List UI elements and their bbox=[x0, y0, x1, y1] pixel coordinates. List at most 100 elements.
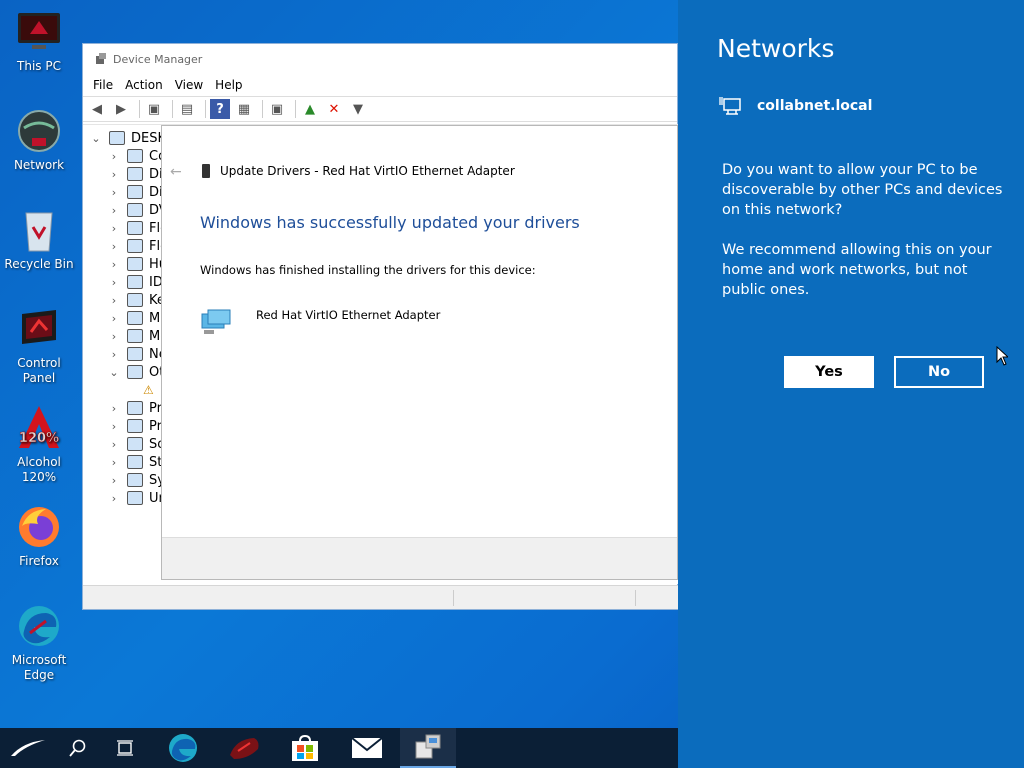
device-category-icon bbox=[127, 455, 143, 469]
desktop-icon-label: Network bbox=[13, 158, 65, 172]
properties-icon[interactable]: ▤ bbox=[177, 99, 197, 119]
desktop-icon-recycle-bin[interactable]: Recycle Bin bbox=[2, 206, 76, 272]
toolbar-separator bbox=[139, 100, 140, 118]
start-button[interactable] bbox=[0, 728, 56, 768]
success-heading: Windows has successfully updated your dr… bbox=[200, 213, 580, 232]
no-button[interactable]: No bbox=[894, 356, 984, 388]
tree-item[interactable]: › DV bbox=[107, 201, 168, 219]
action-pane-icon[interactable]: ▦ bbox=[234, 99, 254, 119]
taskbar-edge[interactable] bbox=[160, 728, 206, 768]
menu-view[interactable]: View bbox=[169, 78, 209, 92]
tree-item[interactable]: › Pri bbox=[107, 399, 166, 417]
desktop-icon-control-panel[interactable]: Control Panel bbox=[2, 305, 76, 386]
device-category-icon bbox=[127, 167, 143, 181]
toolbar-separator bbox=[262, 100, 263, 118]
chevron-right-icon[interactable]: › bbox=[107, 150, 121, 163]
update-driver-icon[interactable]: ▲ bbox=[300, 99, 320, 119]
search-button[interactable] bbox=[58, 728, 98, 768]
start-icon bbox=[11, 740, 45, 756]
device-category-icon bbox=[127, 419, 143, 433]
chevron-right-icon[interactable]: › bbox=[107, 312, 121, 325]
chevron-right-icon[interactable]: › bbox=[107, 186, 121, 199]
network-adapter-icon bbox=[202, 164, 210, 178]
device-category-icon bbox=[127, 185, 143, 199]
forward-arrow-icon[interactable]: ▶ bbox=[111, 99, 131, 119]
menu-bar: File Action View Help bbox=[83, 74, 677, 96]
menu-action[interactable]: Action bbox=[119, 78, 169, 92]
chevron-right-icon[interactable]: › bbox=[107, 438, 121, 451]
task-view-button[interactable] bbox=[104, 728, 146, 768]
device-category-icon bbox=[127, 239, 143, 253]
firefox-icon bbox=[15, 503, 63, 551]
chevron-down-icon[interactable]: ⌄ bbox=[89, 132, 103, 145]
dialog-footer bbox=[162, 537, 677, 579]
chevron-right-icon[interactable]: › bbox=[107, 348, 121, 361]
chevron-right-icon[interactable]: › bbox=[107, 168, 121, 181]
warning-icon: ⚠ bbox=[143, 383, 154, 397]
status-separator bbox=[635, 590, 636, 606]
store-icon bbox=[292, 734, 318, 761]
tree-item[interactable]: › Mo bbox=[107, 327, 168, 345]
tree-item[interactable]: › So bbox=[107, 435, 165, 453]
tree-item[interactable]: › Hu bbox=[107, 255, 167, 273]
update-drivers-dialog[interactable]: ← Update Drivers - Red Hat VirtIO Ethern… bbox=[161, 125, 678, 580]
network-name: collabnet.local bbox=[757, 98, 873, 114]
taskbar-rog[interactable] bbox=[222, 728, 268, 768]
back-arrow-icon[interactable]: ← bbox=[170, 164, 182, 180]
yes-button[interactable]: Yes bbox=[784, 356, 874, 388]
scan-hardware-icon[interactable]: ▣ bbox=[267, 99, 287, 119]
chevron-down-icon[interactable]: ⌄ bbox=[107, 366, 121, 379]
dialog-title: Update Drivers - Red Hat VirtIO Ethernet… bbox=[202, 164, 515, 178]
tree-item-warning[interactable]: ⚠ bbox=[143, 381, 154, 399]
tree-item[interactable]: › Co bbox=[107, 147, 166, 165]
chevron-right-icon[interactable]: › bbox=[107, 258, 121, 271]
desktop-icon-alcohol[interactable]: 120% Alcohol 120% bbox=[2, 404, 76, 485]
alcohol-120-icon: 120% bbox=[15, 404, 63, 452]
chevron-right-icon[interactable]: › bbox=[107, 276, 121, 289]
success-message: Windows has finished installing the driv… bbox=[200, 263, 536, 277]
desktop-icon-label: Alcohol 120% bbox=[17, 455, 61, 484]
chevron-right-icon[interactable]: › bbox=[107, 474, 121, 487]
menu-help[interactable]: Help bbox=[209, 78, 248, 92]
desktop-icon-firefox[interactable]: Firefox bbox=[2, 503, 76, 569]
network-adapter-icon bbox=[201, 309, 231, 334]
desktop-icon-label: Recycle Bin bbox=[4, 257, 74, 271]
help-icon[interactable]: ? bbox=[210, 99, 230, 119]
desktop-icon-network[interactable]: Network bbox=[2, 107, 76, 173]
back-arrow-icon[interactable]: ◀ bbox=[87, 99, 107, 119]
device-category-icon bbox=[127, 491, 143, 505]
show-hide-tree-icon[interactable]: ▣ bbox=[144, 99, 164, 119]
chevron-right-icon[interactable]: › bbox=[107, 330, 121, 343]
chevron-right-icon[interactable]: › bbox=[107, 204, 121, 217]
device-category-icon bbox=[127, 275, 143, 289]
svg-text:120%: 120% bbox=[19, 431, 59, 446]
mouse-cursor-icon bbox=[996, 346, 1008, 366]
tree-item[interactable]: › Ne bbox=[107, 345, 167, 363]
desktop-icon-this-pc[interactable]: This PC bbox=[2, 8, 76, 74]
device-category-icon bbox=[127, 311, 143, 325]
chevron-right-icon[interactable]: › bbox=[107, 402, 121, 415]
device-category-icon bbox=[127, 257, 143, 271]
device-manager-titlebar[interactable]: Device Manager bbox=[83, 44, 677, 74]
taskbar-device-manager[interactable] bbox=[400, 728, 456, 768]
enable-device-icon[interactable]: ▼ bbox=[348, 99, 368, 119]
chevron-right-icon[interactable]: › bbox=[107, 240, 121, 253]
desktop-icon-edge[interactable]: Microsoft Edge bbox=[2, 602, 76, 683]
taskbar-store[interactable] bbox=[282, 728, 328, 768]
uninstall-device-icon[interactable]: ✕ bbox=[324, 99, 344, 119]
chevron-right-icon[interactable]: › bbox=[107, 222, 121, 235]
chevron-right-icon[interactable]: › bbox=[107, 420, 121, 433]
taskbar-mail[interactable] bbox=[344, 728, 390, 768]
computer-icon bbox=[109, 131, 125, 145]
tree-item[interactable]: › Sy bbox=[107, 471, 165, 489]
tree-item[interactable]: › Flo bbox=[107, 237, 168, 255]
device-category-icon bbox=[127, 401, 143, 415]
chevron-right-icon[interactable]: › bbox=[107, 456, 121, 469]
tree-root[interactable]: ⌄ DESK bbox=[89, 129, 166, 147]
tree-item[interactable]: › Flo bbox=[107, 219, 168, 237]
tree-item[interactable]: › Ke bbox=[107, 291, 165, 309]
menu-file[interactable]: File bbox=[87, 78, 119, 92]
chevron-right-icon[interactable]: › bbox=[107, 294, 121, 307]
chevron-right-icon[interactable]: › bbox=[107, 492, 121, 505]
tree-item[interactable]: › Un bbox=[107, 489, 167, 507]
